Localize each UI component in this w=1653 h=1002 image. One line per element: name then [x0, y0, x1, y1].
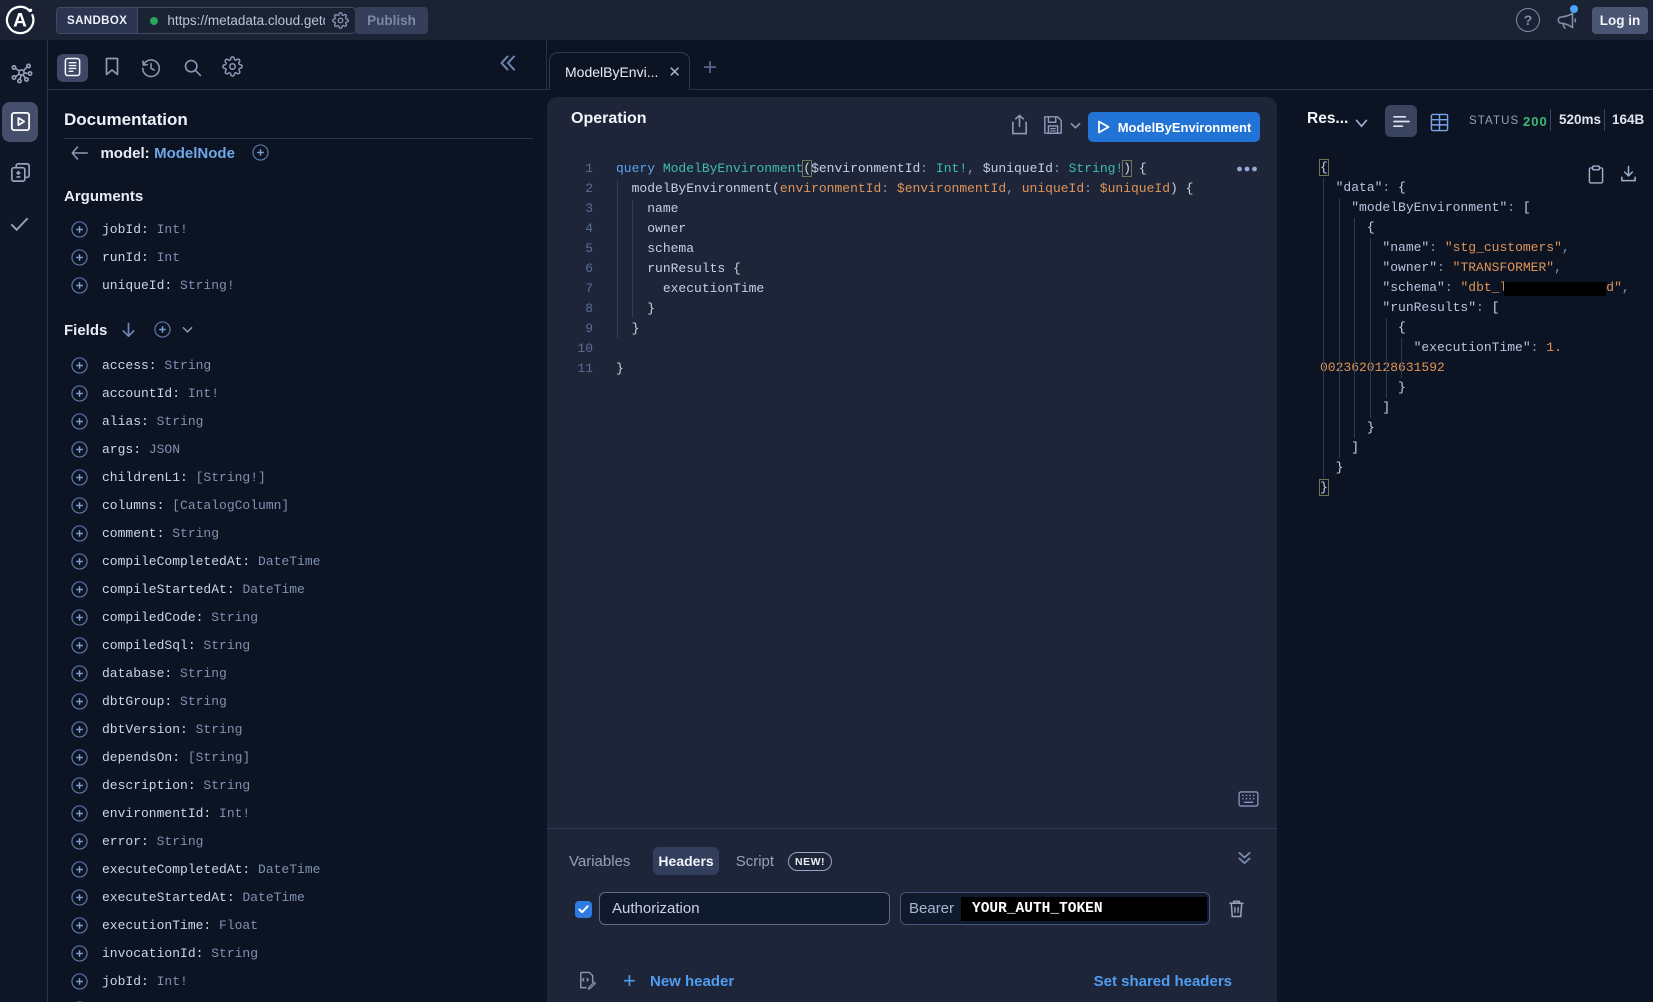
- svg-text:A: A: [13, 11, 27, 32]
